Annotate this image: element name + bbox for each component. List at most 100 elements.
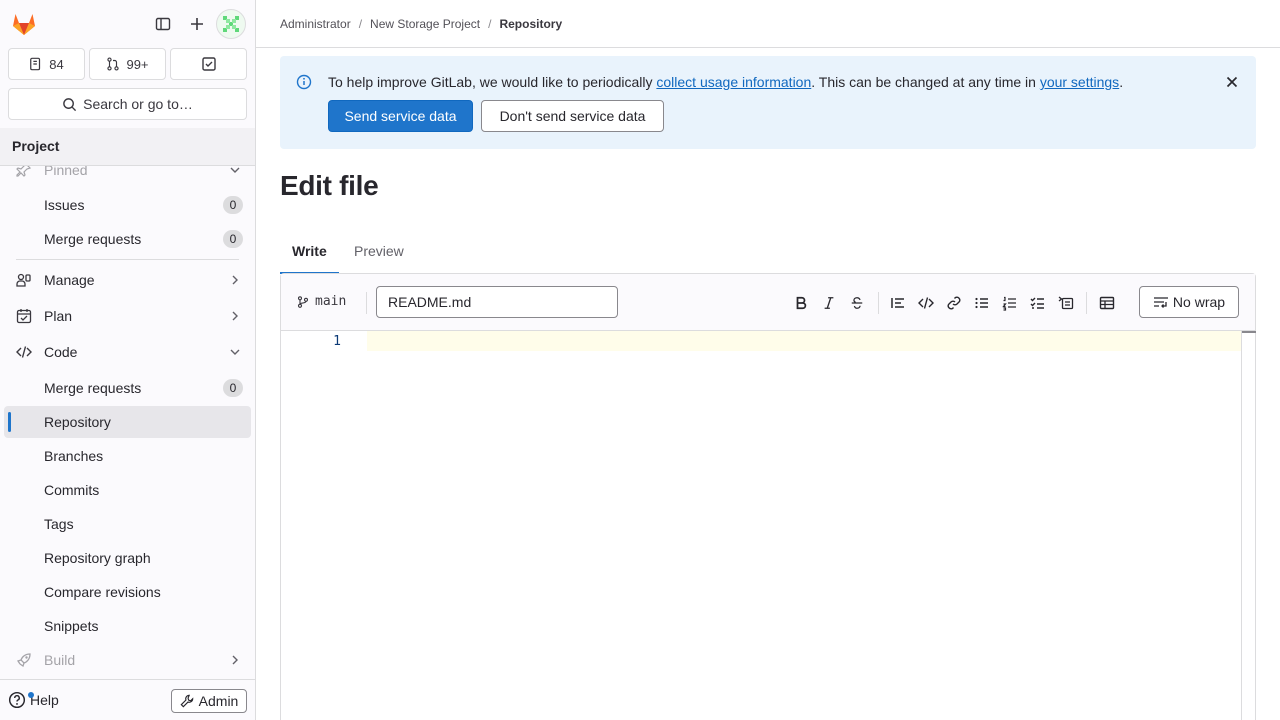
wrench-icon (180, 694, 193, 708)
alert-text: . (1119, 74, 1124, 90)
help-icon (8, 691, 34, 709)
alert-text: . This can be changed at any time in (811, 74, 1040, 90)
assigned-issues-button[interactable]: 84 (8, 48, 85, 80)
sidebar: 84 99+ Search or go to… Project Pinned I… (0, 0, 256, 720)
issues-count: 84 (49, 56, 64, 72)
no-wrap-button[interactable]: No wrap (1139, 286, 1239, 318)
task-list-icon[interactable] (1029, 294, 1047, 312)
breadcrumb-item-current[interactable]: Repository (499, 17, 562, 31)
numbered-list-icon[interactable] (1001, 294, 1019, 312)
editor-toolbar: main No wrap (281, 274, 1255, 331)
sidebar-item-plan[interactable]: Plan (4, 300, 251, 332)
sidebar-item-label: Repository (44, 414, 111, 430)
issues-icon (30, 57, 41, 71)
info-icon (296, 74, 312, 90)
code-icon[interactable] (917, 294, 935, 312)
merge-requests-button[interactable]: 99+ (89, 48, 166, 80)
scrollbar-thumb[interactable] (1242, 331, 1256, 333)
italic-icon[interactable] (820, 294, 838, 312)
search-icon (63, 97, 77, 111)
toggle-sidebar-icon[interactable] (147, 8, 179, 40)
sidebar-item-pinned[interactable]: Pinned (4, 166, 251, 186)
sidebar-item-label: Branches (44, 448, 104, 464)
code-editor-area[interactable]: 1 (281, 331, 1256, 720)
sidebar-item-repository-graph[interactable]: Repository graph (4, 542, 251, 574)
chevron-down-icon (227, 344, 243, 360)
your-settings-link[interactable]: your settings (1040, 74, 1119, 90)
sidebar-item-compare-revisions[interactable]: Compare revisions (4, 576, 251, 608)
notification-dot (28, 692, 34, 698)
link-icon[interactable] (945, 294, 963, 312)
help-button[interactable]: Help (8, 688, 59, 712)
branch-name: main (315, 294, 347, 309)
sidebar-item-tags[interactable]: Tags (4, 508, 251, 540)
sidebar-item-label: Commits (44, 482, 100, 498)
tab-write[interactable]: Write (280, 230, 339, 274)
sidebar-item-branches[interactable]: Branches (4, 440, 251, 472)
alert-text: To help improve GitLab, we would like to… (328, 74, 657, 90)
send-service-data-button[interactable]: Send service data (328, 100, 473, 132)
dont-send-service-data-button[interactable]: Don't send service data (481, 100, 664, 132)
gitlab-logo-icon[interactable] (10, 10, 38, 38)
merge-requests-count: 99+ (126, 56, 149, 72)
count-badge: 0 (223, 379, 243, 397)
todo-check-icon (201, 57, 216, 71)
bullet-list-icon[interactable] (973, 294, 991, 312)
strikethrough-icon[interactable] (848, 294, 866, 312)
sidebar-item-label: Code (44, 344, 78, 360)
count-badge: 0 (223, 230, 243, 248)
sidebar-item-code-merge-requests[interactable]: Merge requests 0 (4, 372, 251, 404)
breadcrumb-item-project[interactable]: New Storage Project (370, 17, 480, 31)
todos-button[interactable] (170, 48, 247, 80)
user-avatar[interactable] (216, 9, 246, 39)
sidebar-item-label: Pinned (44, 166, 88, 178)
sidebar-item-label: Compare revisions (44, 584, 161, 600)
sidebar-item-label: Merge requests (44, 380, 142, 396)
breadcrumb-item-administrator[interactable]: Administrator (280, 17, 351, 31)
search-label: Search or go to… (83, 96, 193, 112)
sidebar-counts: 84 99+ (8, 48, 247, 80)
current-line-highlight[interactable] (367, 331, 1241, 351)
help-label: Help (30, 692, 59, 708)
collapsible-section-icon[interactable] (1057, 294, 1075, 312)
tab-preview[interactable]: Preview (342, 230, 416, 272)
admin-button[interactable]: Admin (171, 689, 247, 713)
sidebar-item-label: Plan (44, 308, 73, 324)
page-title: Edit file (280, 170, 379, 201)
sidebar-item-build[interactable]: Build (4, 644, 251, 676)
toolbar-divider (366, 292, 367, 314)
sidebar-item-label: Snippets (44, 618, 99, 634)
rocket-icon (16, 652, 32, 668)
search-button[interactable]: Search or go to… (8, 88, 247, 120)
sidebar-item-label: Merge requests (44, 231, 142, 247)
sidebar-footer: Help Admin (0, 679, 255, 720)
text-wrap-icon (1153, 297, 1168, 308)
close-icon[interactable] (1224, 74, 1240, 90)
file-editor: main No wrap 1 (280, 273, 1256, 720)
sidebar-item-merge-requests-pinned[interactable]: Merge requests 0 (4, 223, 251, 255)
alert-message: To help improve GitLab, we would like to… (328, 73, 1123, 91)
calendar-icon (16, 308, 32, 324)
sidebar-item-repository[interactable]: Repository (4, 406, 251, 438)
breadcrumb: Administrator / New Storage Project / Re… (256, 0, 1280, 48)
toolbar-divider (878, 292, 879, 314)
create-new-icon[interactable] (181, 8, 213, 40)
bold-icon[interactable] (792, 294, 810, 312)
line-number: 1 (333, 334, 341, 349)
collect-usage-link[interactable]: collect usage information (656, 74, 811, 90)
sidebar-divider (16, 259, 239, 260)
editor-tabs: Write Preview (280, 230, 1256, 274)
sidebar-item-issues[interactable]: Issues 0 (4, 189, 251, 221)
sidebar-item-label: Repository graph (44, 550, 151, 566)
sidebar-item-manage[interactable]: Manage (4, 264, 251, 296)
sidebar-item-commits[interactable]: Commits (4, 474, 251, 506)
table-icon[interactable] (1098, 294, 1116, 312)
quote-icon[interactable] (889, 294, 907, 312)
service-data-alert: To help improve GitLab, we would like to… (280, 56, 1256, 149)
file-name-input[interactable] (376, 286, 618, 318)
sidebar-item-snippets[interactable]: Snippets (4, 610, 251, 642)
sidebar-section-title: Project (0, 128, 255, 166)
sidebar-item-code[interactable]: Code (4, 336, 251, 368)
editor-scrollbar[interactable] (1241, 331, 1256, 720)
sidebar-item-label: Tags (44, 516, 74, 532)
